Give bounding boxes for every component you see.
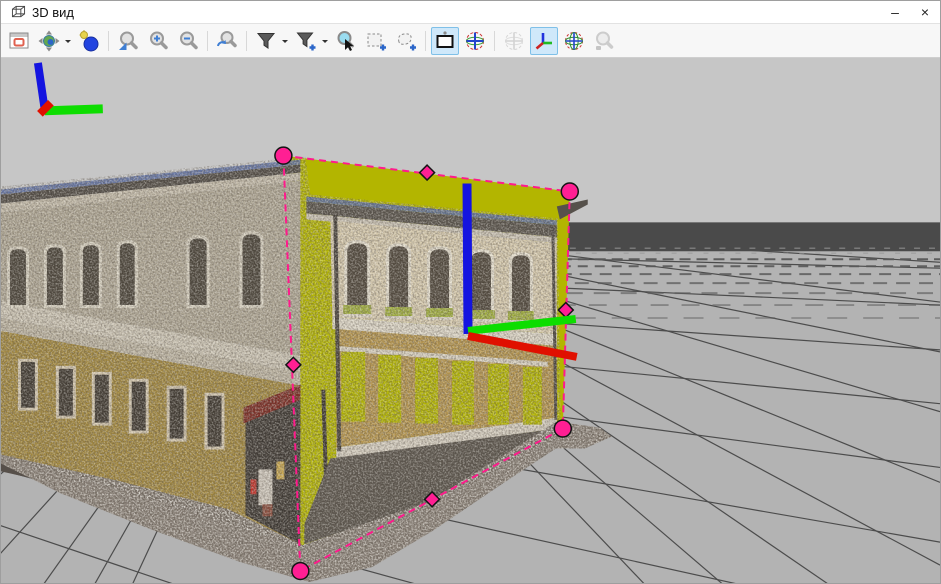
zoom-settings-button — [590, 27, 618, 55]
zoom-window-button[interactable] — [114, 27, 142, 55]
plane-corner-handle[interactable] — [292, 563, 309, 580]
toolbar-separator — [246, 31, 247, 51]
mini-axis-y-green — [45, 109, 103, 111]
window-view-icon — [7, 29, 31, 53]
zoom-settings-icon — [592, 29, 616, 53]
free-orbit-button[interactable] — [560, 27, 588, 55]
zoom-in-icon — [146, 29, 170, 53]
plane-corner-handle[interactable] — [275, 147, 292, 164]
zoom-reset-icon — [215, 29, 239, 53]
lasso-select-add-icon — [394, 29, 418, 53]
navigation-mode-dropdown-arrow[interactable] — [65, 40, 71, 46]
title-bar: 3D вид – × — [1, 1, 940, 24]
sphere-gray-icon — [502, 29, 526, 53]
pick-point-icon — [334, 29, 358, 53]
filter-icon — [254, 29, 278, 53]
rotate-view-button[interactable] — [461, 27, 489, 55]
plane-corner-handle[interactable] — [561, 183, 578, 200]
trackball-icon — [463, 29, 487, 53]
minimize-button[interactable]: – — [880, 1, 910, 23]
show-2d-view-button[interactable] — [5, 27, 33, 55]
point-color-mode-button[interactable] — [75, 27, 103, 55]
toolbar — [1, 24, 940, 58]
axes-icon — [532, 29, 556, 53]
rect-select-add-icon — [364, 29, 388, 53]
plane-rect-icon — [433, 29, 457, 53]
scene-canvas — [1, 58, 940, 583]
toolbar-separator — [108, 31, 109, 51]
show-axes-button[interactable] — [530, 27, 558, 55]
app-window: 3D вид – × — [0, 0, 941, 584]
filter-points-add-dropdown-arrow[interactable] — [322, 40, 328, 46]
axis-z-blue[interactable] — [467, 184, 468, 334]
zoom-reset-button[interactable] — [213, 27, 241, 55]
nav-sphere-icon — [37, 29, 61, 53]
zoom-out-icon — [176, 29, 200, 53]
globe-icon — [562, 29, 586, 53]
select-lasso-add-button[interactable] — [392, 27, 420, 55]
toolbar-separator — [207, 31, 208, 51]
select-rect-add-button[interactable] — [362, 27, 390, 55]
point-color-icon — [77, 29, 101, 53]
toolbar-separator — [494, 31, 495, 51]
filter-add-icon — [294, 29, 318, 53]
viewport-3d[interactable] — [1, 58, 940, 583]
close-button[interactable]: × — [910, 1, 940, 23]
pick-point-button[interactable] — [332, 27, 360, 55]
zoom-out-button[interactable] — [174, 27, 202, 55]
window-title: 3D вид — [32, 5, 74, 20]
plane-corner-handle[interactable] — [554, 420, 571, 437]
filter-points-dropdown-arrow[interactable] — [282, 40, 288, 46]
toolbar-separator — [425, 31, 426, 51]
filter-points-button[interactable] — [252, 27, 280, 55]
zoom-window-icon — [116, 29, 140, 53]
filter-points-add-button[interactable] — [292, 27, 320, 55]
navigation-mode-button[interactable] — [35, 27, 63, 55]
3d-cube-icon — [11, 5, 26, 19]
orbit-locked-button — [500, 27, 528, 55]
zoom-in-button[interactable] — [144, 27, 172, 55]
draw-plane-button[interactable] — [431, 27, 459, 55]
